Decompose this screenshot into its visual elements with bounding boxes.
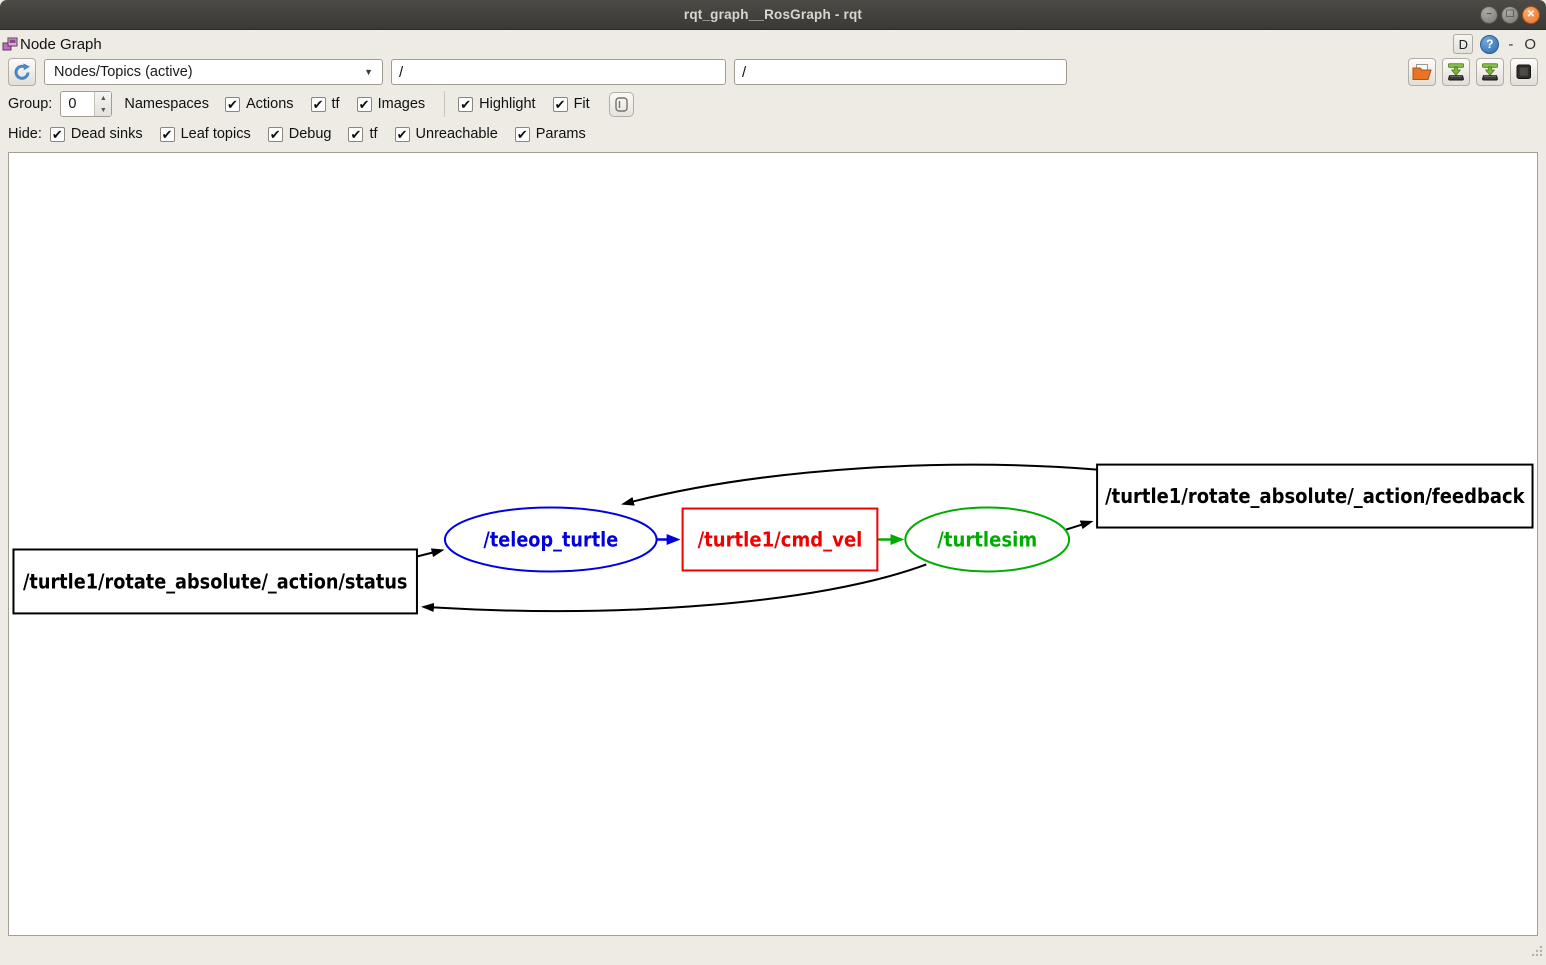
checkbox-mark-icon: ✔: [348, 127, 363, 142]
checkbox-label: tf: [369, 126, 377, 142]
close-icon[interactable]: ✕: [1522, 6, 1540, 24]
graph-node-cmd-vel-topic: /turtle1/cmd_vel: [683, 509, 878, 571]
graph-node-status-topic: /turtle1/rotate_absolute/_action/status: [13, 549, 416, 613]
topic-filter-input[interactable]: [734, 59, 1067, 85]
dock-minimize-button[interactable]: -: [1506, 36, 1515, 53]
checkbox-unreachable[interactable]: ✔ Unreachable: [395, 126, 498, 142]
fit-in-view-button[interactable]: [609, 92, 634, 117]
hide-checkboxes: ✔ Dead sinks ✔ Leaf topics ✔ Debug ✔ tf ✔ Unreach…: [50, 126, 603, 142]
separator: [444, 91, 445, 117]
checkbox-dead-sinks[interactable]: ✔ Dead sinks: [50, 126, 143, 142]
resize-grip-icon[interactable]: [1530, 944, 1543, 962]
checkbox-mark-icon: ✔: [395, 127, 410, 142]
hide-label: Hide:: [8, 126, 42, 142]
load-dot-button[interactable]: [1408, 58, 1436, 86]
refresh-button[interactable]: [8, 58, 36, 86]
window-title: rqt_graph__RosGraph - rqt: [684, 7, 862, 22]
group-spinbox[interactable]: 0 ▲ ▼: [60, 91, 112, 117]
screenshot-button[interactable]: [1510, 58, 1538, 86]
checkbox-mark-icon: ✔: [225, 97, 240, 112]
graph-node-label: /teleop_turtle: [483, 527, 618, 551]
graph-toolbar: Nodes/Topics (active) ▼: [8, 57, 1538, 87]
group-label: Group:: [8, 96, 52, 112]
graph-edge-status-to-teleop: [417, 552, 433, 556]
dock-titlebar: Node Graph D ? - O: [0, 30, 1546, 58]
node-filter-input[interactable]: [391, 59, 726, 85]
graph-node-label: /turtle1/rotate_absolute/_action/status: [23, 569, 408, 593]
save-dot-button[interactable]: [1442, 58, 1470, 86]
view-checkboxes: ✔ Highlight ✔ Fit: [458, 96, 607, 112]
checkbox-mark-icon: ✔: [553, 97, 568, 112]
save-image-icon: [1446, 63, 1466, 81]
spinbox-arrows[interactable]: ▲ ▼: [94, 92, 111, 116]
checkbox-mark-icon: ✔: [268, 127, 283, 142]
checkbox-leaf-topics[interactable]: ✔ Leaf topics: [160, 126, 251, 142]
chevron-down-icon: ▼: [364, 67, 373, 77]
checkbox-mark-icon: ✔: [357, 97, 372, 112]
dock-controls: D ? - O: [1453, 34, 1538, 54]
checkbox-mark-icon: ✔: [50, 127, 65, 142]
maximize-icon[interactable]: ☐: [1501, 6, 1519, 24]
checkbox-actions[interactable]: ✔ Actions: [225, 96, 294, 112]
namespaces-label: Namespaces: [124, 96, 209, 112]
graph-canvas[interactable]: /turtle1/rotate_absolute/_action/status /…: [8, 152, 1538, 936]
dock-detach-button[interactable]: D: [1453, 34, 1473, 54]
checkbox-mark-icon: ✔: [515, 127, 530, 142]
graph-node-feedback-topic: /turtle1/rotate_absolute/_action/feedbac…: [1097, 465, 1532, 528]
node-graph-icon: [2, 36, 18, 52]
spin-up-icon[interactable]: ▲: [95, 92, 111, 104]
checkbox-tf[interactable]: ✔ tf: [348, 126, 377, 142]
graph-node-label: /turtle1/rotate_absolute/_action/feedbac…: [1105, 484, 1525, 508]
graph-node-turtlesim: /turtlesim: [905, 508, 1069, 572]
titlebar: rqt_graph__RosGraph - rqt − ☐ ✕: [0, 0, 1546, 30]
checkbox-tf[interactable]: ✔ tf: [311, 96, 340, 112]
refresh-icon: [13, 63, 31, 81]
checkbox-label: Unreachable: [416, 126, 498, 142]
dark-square-icon: [1515, 63, 1533, 81]
checkbox-label: Leaf topics: [181, 126, 251, 142]
graph-checkboxes: ✔ Actions ✔ tf ✔ Images: [225, 96, 442, 112]
view-mode-value: Nodes/Topics (active): [54, 64, 193, 80]
checkbox-debug[interactable]: ✔ Debug: [268, 126, 332, 142]
checkbox-fit[interactable]: ✔ Fit: [553, 96, 590, 112]
ros-node-graph[interactable]: /turtle1/rotate_absolute/_action/status /…: [9, 153, 1537, 935]
checkbox-label: Dead sinks: [71, 126, 143, 142]
help-icon[interactable]: ?: [1480, 35, 1499, 54]
checkbox-images[interactable]: ✔ Images: [357, 96, 426, 112]
hide-row: Hide: ✔ Dead sinks ✔ Leaf topics ✔ Debug ✔ tf ✔ U…: [8, 120, 603, 148]
checkbox-params[interactable]: ✔ Params: [515, 126, 586, 142]
checkbox-label: Highlight: [479, 96, 535, 112]
group-value: 0: [61, 92, 94, 116]
checkbox-highlight[interactable]: ✔ Highlight: [458, 96, 535, 112]
checkbox-label: Params: [536, 126, 586, 142]
dock-title: Node Graph: [20, 36, 102, 53]
graph-node-label: /turtlesim: [937, 527, 1037, 551]
checkbox-mark-icon: ✔: [160, 127, 175, 142]
graph-edge-turtlesim-to-feedback: [1066, 525, 1082, 530]
checkbox-mark-icon: ✔: [458, 97, 473, 112]
checkbox-label: Fit: [574, 96, 590, 112]
view-mode-select[interactable]: Nodes/Topics (active) ▼: [44, 59, 383, 85]
checkbox-label: Actions: [246, 96, 294, 112]
window-controls: − ☐ ✕: [1480, 6, 1540, 24]
open-folder-icon: [1412, 63, 1432, 81]
save-image-icon: [1480, 63, 1500, 81]
checkbox-label: Debug: [289, 126, 332, 142]
dock-close-button[interactable]: O: [1522, 36, 1538, 53]
save-image-button[interactable]: [1476, 58, 1504, 86]
minimize-icon[interactable]: −: [1480, 6, 1498, 24]
options-row: Group: 0 ▲ ▼ Namespaces ✔ Actions ✔ tf ✔ Imag…: [8, 90, 634, 118]
checkbox-label: tf: [332, 96, 340, 112]
fit-in-view-icon: [613, 96, 629, 113]
checkbox-label: Images: [378, 96, 426, 112]
graph-node-label: /turtle1/cmd_vel: [698, 527, 863, 551]
checkbox-mark-icon: ✔: [311, 97, 326, 112]
toolbar-action-buttons: [1408, 58, 1538, 86]
graph-node-teleop-turtle: /teleop_turtle: [445, 508, 657, 572]
graph-edge-feedback-to-teleop: [633, 465, 1097, 502]
spin-down-icon[interactable]: ▼: [95, 104, 111, 116]
